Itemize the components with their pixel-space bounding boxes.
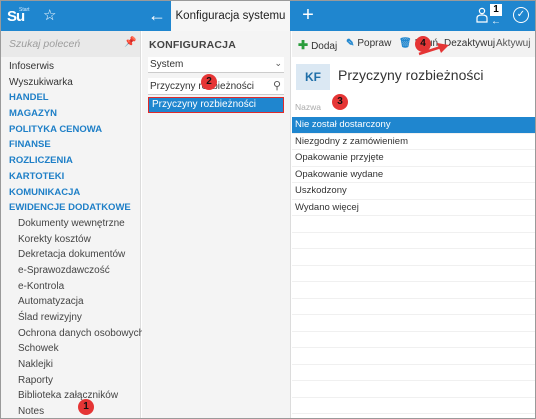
callout-marker-4: 4 (415, 36, 431, 52)
callout-marker-1: 1 (78, 399, 94, 415)
app-window: Su Start ☆ ← Konfiguracja systemu + 1 ← … (0, 0, 536, 419)
callout-marker-2: 2 (201, 74, 217, 90)
callout-marker-3: 3 (332, 94, 348, 110)
callout-pointers (418, 43, 449, 56)
